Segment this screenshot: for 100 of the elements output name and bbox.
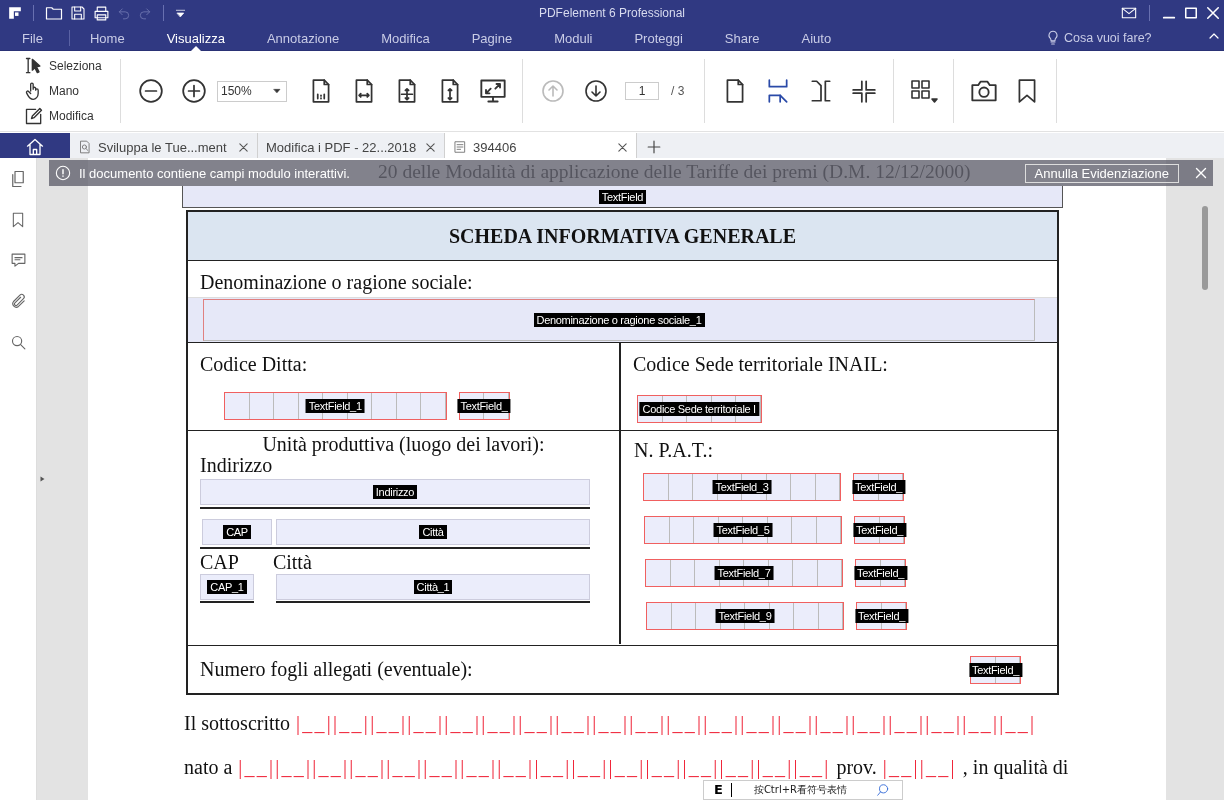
page-count: / 3 xyxy=(671,84,685,98)
form-field[interactable]: Città xyxy=(276,519,590,545)
form-field[interactable]: Città_1 xyxy=(276,574,590,600)
input-mode-label[interactable]: E xyxy=(704,783,732,797)
field-name-tag: Denominazione o ragione sociale_1 xyxy=(533,313,705,327)
input-method-hint: 按Ctrl+R看符号表情 xyxy=(753,783,847,797)
page-number-field[interactable]: 1 xyxy=(625,82,659,100)
field-name-tag: TextField_ xyxy=(851,480,906,494)
save-icon[interactable] xyxy=(70,5,86,21)
document-tab[interactable]: 394406 xyxy=(445,133,637,161)
menu-tab[interactable]: Visualizza xyxy=(166,26,225,50)
arrow-down-icon xyxy=(583,79,608,103)
field-name-tag: TextField xyxy=(598,189,647,204)
menu-tab[interactable]: Pagine xyxy=(471,26,513,50)
caret-icon xyxy=(273,87,281,95)
form-field[interactable]: Codice Sede territoriale I xyxy=(637,395,762,423)
menu-tab[interactable]: Home xyxy=(89,26,125,50)
pages-icon[interactable] xyxy=(9,170,27,188)
field-label: Numero fogli allegati (eventuale): xyxy=(200,658,473,681)
form-field[interactable]: TextField_ xyxy=(458,392,510,420)
grid-icon xyxy=(908,78,939,104)
menu-tab[interactable]: Aiuto xyxy=(801,26,832,50)
form-field[interactable]: TextField xyxy=(182,186,1063,208)
edit-icon[interactable] xyxy=(24,106,44,126)
field-name-tag: TextField_ xyxy=(457,399,511,413)
expand-panel-icon[interactable] xyxy=(40,475,46,483)
document-icon xyxy=(453,140,467,154)
window-title: PDFelement 6 Professional xyxy=(538,6,686,20)
form-field[interactable]: TextField_ xyxy=(856,602,907,630)
document-text: nato a xyxy=(184,755,233,779)
search-icon[interactable] xyxy=(876,783,890,797)
info-icon xyxy=(55,165,71,181)
document-text: , in qualità di xyxy=(962,755,1069,779)
monitor-icon xyxy=(478,77,507,105)
field-label: Codice Sede territoriale INAIL: xyxy=(633,353,889,376)
field-name-tag: CAP xyxy=(223,525,251,539)
print-icon[interactable] xyxy=(93,4,110,22)
field-name-tag: TextField_ xyxy=(852,523,907,537)
tool-button[interactable]: Seleziona xyxy=(24,56,112,76)
comment-icon[interactable] xyxy=(9,252,27,269)
menu-tab[interactable]: Moduli xyxy=(554,26,593,50)
close-tab-icon[interactable] xyxy=(617,141,628,153)
app-logo-icon[interactable] xyxy=(8,6,22,20)
close-icon[interactable] xyxy=(1206,6,1220,20)
zoom-in-icon xyxy=(180,78,207,104)
field-label: Indirizzo xyxy=(200,455,274,475)
field-name-tag: Città_1 xyxy=(413,580,453,594)
field-name-tag: TextField_7 xyxy=(714,566,774,580)
form-field[interactable]: Indirizzo xyxy=(200,479,590,505)
fill-in-boxes[interactable]: |__||__| xyxy=(882,755,957,779)
form-field[interactable]: TextField_ xyxy=(970,655,1021,684)
home-button[interactable] xyxy=(0,133,70,161)
paperclip-icon[interactable] xyxy=(9,293,27,310)
zoom-dropdown[interactable]: 150% xyxy=(217,80,287,102)
menu-tab[interactable]: Share xyxy=(724,26,760,50)
field-label: Codice Ditta: xyxy=(200,353,309,376)
new-tab-icon[interactable] xyxy=(647,140,661,154)
tool-button[interactable]: Modifica xyxy=(24,106,112,126)
tool-button[interactable]: Mano xyxy=(24,81,112,101)
field-name-tag: TextField_3 xyxy=(712,480,772,494)
document-text: prov. xyxy=(836,755,877,779)
form-field[interactable]: TextField_9 xyxy=(646,602,844,630)
customize-menu-icon[interactable] xyxy=(175,7,186,19)
scrollbar-thumb[interactable] xyxy=(1202,206,1208,290)
table-heading: SCHEDA INFORMATIVA GENERALE xyxy=(448,224,797,248)
field-name-tag: Codice Sede territoriale I xyxy=(639,402,759,416)
field-name-tag: TextField_ xyxy=(854,609,909,623)
form-field[interactable]: CAP_1 xyxy=(200,574,254,600)
form-field[interactable]: TextField_ xyxy=(853,473,904,501)
form-field[interactable]: TextField_7 xyxy=(645,559,843,587)
field-label: Denominazione o ragione sociale: xyxy=(199,271,474,294)
close-tab-icon[interactable] xyxy=(238,141,249,153)
close-tab-icon[interactable] xyxy=(425,141,436,153)
arrow-up-icon xyxy=(540,79,565,103)
search-icon[interactable] xyxy=(9,334,27,351)
form-field[interactable]: TextField_ xyxy=(855,559,906,587)
search-field[interactable]: Cosa vuoi fare? xyxy=(1064,31,1164,45)
document-text: Il sottoscritto xyxy=(184,711,291,735)
menu-tab[interactable]: Modifica xyxy=(381,26,430,50)
home-icon xyxy=(25,137,45,157)
field-name-tag: CAP_1 xyxy=(207,580,247,594)
menu-tab[interactable]: File xyxy=(22,26,43,50)
bookmark-icon[interactable] xyxy=(10,212,26,228)
form-field[interactable]: TextField_3 xyxy=(643,473,841,501)
folder-icon[interactable] xyxy=(45,4,63,22)
form-field[interactable]: CAP xyxy=(202,519,272,545)
form-field[interactable]: Denominazione o ragione sociale_1 xyxy=(203,299,1035,341)
mail-icon[interactable] xyxy=(1121,5,1137,21)
zoom-out-icon xyxy=(137,78,164,104)
fill-in-boxes[interactable]: |__||__||__||__||__||__||__||__||__||__||__||__||__||__||__||__| xyxy=(238,755,831,779)
form-field[interactable]: TextField_1 xyxy=(224,392,447,420)
fill-in-boxes[interactable]: |__||__||__||__||__||__||__||__||__||__||__||__||__||__||__||__||__||__||__||__| xyxy=(296,711,1037,735)
form-field[interactable]: TextField_ xyxy=(854,516,905,544)
maximize-icon[interactable] xyxy=(1184,6,1198,20)
form-field[interactable]: TextField_5 xyxy=(644,516,842,544)
field-name-tag: Città xyxy=(419,525,447,539)
clear-highlight-button[interactable]: Annulla Evidenziazione xyxy=(1024,163,1179,183)
menu-tab[interactable]: Proteggi xyxy=(634,26,683,50)
field-name-tag: TextField_1 xyxy=(305,399,365,413)
menu-tab[interactable]: Annotazione xyxy=(266,26,340,50)
